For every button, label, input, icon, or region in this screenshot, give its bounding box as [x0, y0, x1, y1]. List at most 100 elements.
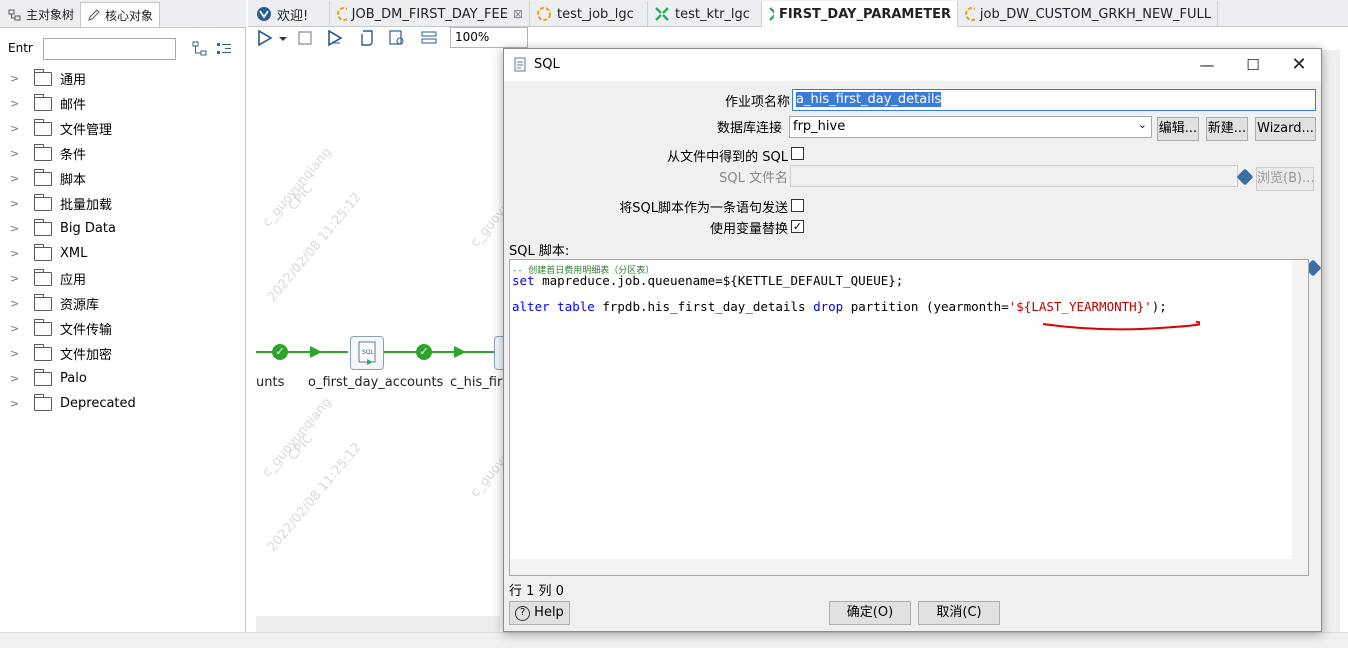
- tree-item-label: Palo: [60, 371, 87, 386]
- run-icon[interactable]: [256, 29, 274, 47]
- edit-connection-button[interactable]: 编辑...: [1157, 117, 1199, 141]
- tree-item[interactable]: > 条件: [0, 141, 246, 166]
- status-bar: [0, 632, 1348, 648]
- zoom-select[interactable]: 100%: [450, 27, 528, 48]
- job-name-input[interactable]: a_his_first_day_details: [792, 89, 1316, 111]
- tab-welcome-label: 欢迎!: [277, 8, 309, 24]
- tree-item-label: 邮件: [60, 98, 87, 113]
- tree-item[interactable]: > 文件加密: [0, 341, 246, 366]
- tree-item-label: XML: [60, 246, 88, 261]
- browse-button[interactable]: 浏览(B)...: [1256, 167, 1314, 191]
- chevron-right-icon[interactable]: >: [10, 397, 24, 410]
- script-icon[interactable]: [358, 29, 376, 47]
- variable-icon: [1236, 168, 1254, 186]
- tree-item[interactable]: > 通用: [0, 66, 246, 91]
- chevron-right-icon[interactable]: >: [10, 172, 24, 185]
- tab-test-job-lgc[interactable]: test_job_lgc: [530, 1, 648, 27]
- tree-item[interactable]: > 脚本: [0, 166, 246, 191]
- tree-item-label: Big Data: [60, 221, 116, 236]
- hop-line: [384, 351, 494, 353]
- chevron-right-icon[interactable]: >: [10, 122, 24, 135]
- tab-test-ktr-lgc-label: test_ktr_lgc: [675, 6, 750, 22]
- tree-item[interactable]: > Palo: [0, 366, 246, 391]
- editor-horizontal-scrollbar[interactable]: [510, 559, 1308, 575]
- collapse-all-icon[interactable]: [216, 41, 232, 57]
- left-panel: 主对象树 核心对象 Entr > 通用 > 邮件 > 文件管理 > 条件 > 脚本 > 批量加载 > Bi…: [0, 0, 246, 648]
- tree-item-label: 文件加密: [60, 348, 113, 363]
- search-row: Entr: [0, 34, 246, 64]
- search-input[interactable]: [43, 38, 176, 60]
- chevron-right-icon[interactable]: >: [10, 322, 24, 335]
- tab-job-dw-custom-grkh-label: job_DW_CUSTOM_GRKH_NEW_FULL: [979, 6, 1211, 22]
- tree-item[interactable]: > Deprecated: [0, 391, 246, 416]
- tree-item[interactable]: > 应用: [0, 266, 246, 291]
- tree-item[interactable]: > Big Data: [0, 216, 246, 241]
- canvas-horizontal-scrollbar[interactable]: [256, 616, 500, 632]
- watermark: 2022/02/08 11:25:12: [264, 190, 365, 305]
- new-connection-button[interactable]: 新建...: [1206, 117, 1248, 141]
- dialog-title: SQL: [534, 57, 560, 72]
- core-object-tree: > 通用 > 邮件 > 文件管理 > 条件 > 脚本 > 批量加载 > Big Data > XML > 应用 > 资…: [0, 66, 246, 416]
- editor-vertical-scrollbar[interactable]: [1292, 260, 1308, 559]
- entry-label: Entr: [8, 41, 33, 55]
- expand-all-icon[interactable]: [192, 41, 208, 57]
- tab-job-dm-first-day-fee[interactable]: JOB_DM_FIRST_DAY_FEE ⊠: [330, 1, 530, 27]
- left-tab-bar: 主对象树 核心对象: [0, 0, 246, 28]
- chevron-right-icon[interactable]: >: [10, 97, 24, 110]
- tab-core-objects[interactable]: 核心对象: [80, 2, 161, 27]
- minimize-button[interactable]: —: [1196, 55, 1218, 75]
- sql-dialog: SQL — ☐ ✕ 作业项名称 a_his_first_day_details …: [503, 48, 1322, 632]
- chevron-right-icon[interactable]: >: [10, 222, 24, 235]
- tree-item[interactable]: > 批量加载: [0, 191, 246, 216]
- chevron-right-icon[interactable]: >: [10, 72, 24, 85]
- tab-welcome[interactable]: 欢迎!: [250, 1, 330, 27]
- close-icon[interactable]: ⊠: [513, 7, 523, 21]
- arrow-icon: [310, 346, 322, 358]
- help-button[interactable]: ? Help: [509, 601, 570, 625]
- tab-test-ktr-lgc[interactable]: test_ktr_lgc: [648, 1, 762, 27]
- folder-icon: [33, 168, 52, 186]
- explore-db-icon[interactable]: [388, 29, 406, 47]
- chevron-right-icon[interactable]: >: [10, 297, 24, 310]
- tab-first-day-parameter[interactable]: FIRST_DAY_PARAMETER: [762, 1, 958, 27]
- tree-item[interactable]: > 文件传输: [0, 316, 246, 341]
- code-text: );: [1151, 299, 1167, 314]
- red-underline-annotation: [1042, 321, 1200, 331]
- tab-job-dw-custom-grkh[interactable]: job_DW_CUSTOM_GRKH_NEW_FULL: [958, 1, 1218, 27]
- send-single-statement-checkbox[interactable]: [791, 199, 804, 212]
- cancel-button[interactable]: 取消(C): [918, 601, 1000, 625]
- job-name-label: 作业项名称: [724, 95, 790, 110]
- ok-button[interactable]: 确定(O): [829, 601, 911, 625]
- job-icon: [965, 7, 975, 21]
- db-connection-value: frp_hive: [793, 119, 846, 134]
- sql-script-editor[interactable]: -- 创建首日费用明细表（分区表） set mapreduce.job.queu…: [509, 259, 1309, 576]
- tab-test-job-lgc-label: test_job_lgc: [557, 6, 634, 22]
- layers-icon[interactable]: [420, 29, 438, 47]
- stop-icon[interactable]: [296, 29, 314, 47]
- tree-item[interactable]: > 文件管理: [0, 116, 246, 141]
- canvas-vertical-scrollbar[interactable]: [1322, 50, 1340, 632]
- wizard-button[interactable]: Wizard...: [1255, 117, 1316, 141]
- sql-from-file-checkbox[interactable]: [791, 147, 804, 160]
- tree-item[interactable]: > 资源库: [0, 291, 246, 316]
- cursor-position: 行 1 列 0: [509, 584, 564, 599]
- tree-item[interactable]: > XML: [0, 241, 246, 266]
- tree-item[interactable]: > 邮件: [0, 91, 246, 116]
- chevron-right-icon[interactable]: >: [10, 247, 24, 260]
- sql-filename-input[interactable]: [790, 165, 1238, 187]
- close-button[interactable]: ✕: [1288, 55, 1310, 75]
- use-variable-checkbox[interactable]: ✓: [791, 220, 804, 233]
- db-connection-select[interactable]: frp_hive ⌄: [789, 116, 1152, 138]
- preview-icon[interactable]: [326, 29, 344, 47]
- folder-icon: [33, 293, 52, 311]
- maximize-button[interactable]: ☐: [1242, 55, 1264, 75]
- chevron-right-icon[interactable]: >: [10, 197, 24, 210]
- chevron-right-icon[interactable]: >: [10, 347, 24, 360]
- chevron-right-icon[interactable]: >: [10, 272, 24, 285]
- chevron-right-icon[interactable]: >: [10, 372, 24, 385]
- sql-step-icon[interactable]: SQL: [350, 336, 384, 370]
- tab-main-object-tree[interactable]: 主对象树: [2, 2, 80, 27]
- folder-icon: [33, 268, 52, 286]
- chevron-right-icon[interactable]: >: [10, 147, 24, 160]
- chevron-down-icon[interactable]: [278, 29, 288, 47]
